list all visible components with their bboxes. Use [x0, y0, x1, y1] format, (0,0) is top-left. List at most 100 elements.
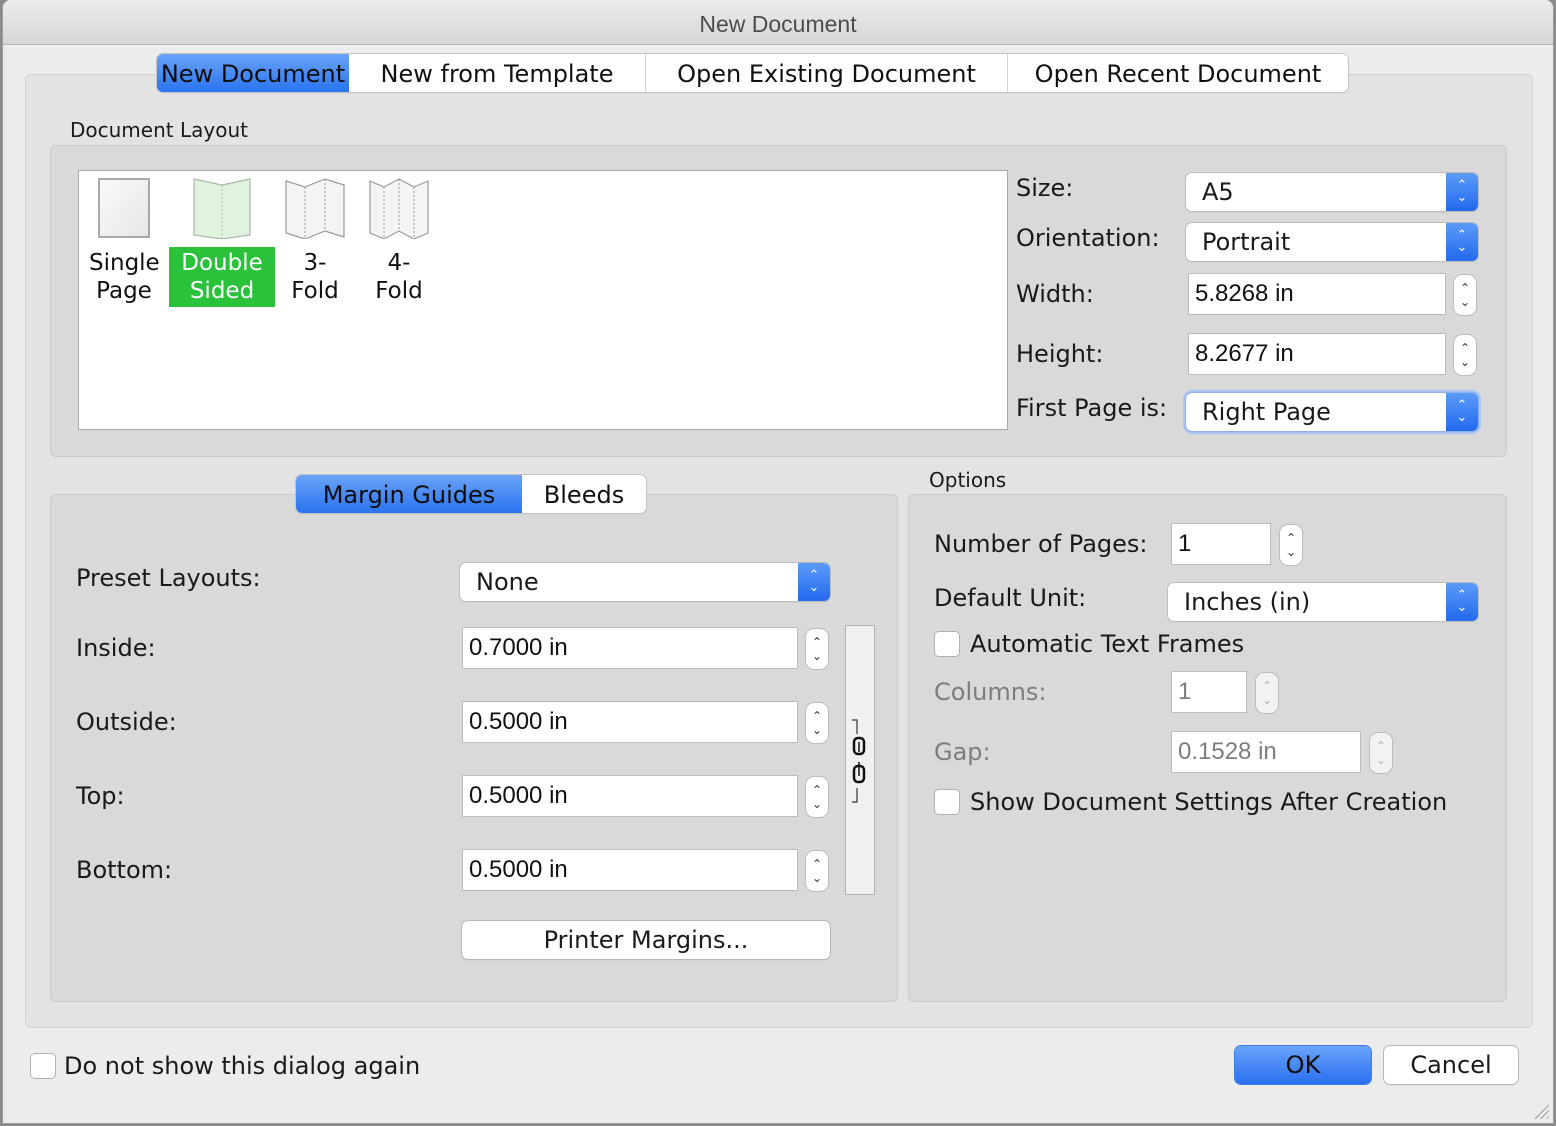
chevron-down-icon: ⌄ [811, 649, 823, 663]
bottom-field[interactable] [462, 849, 798, 891]
preset-layouts-value: None [476, 568, 539, 596]
height-stepper[interactable]: ⌃ ⌄ [1454, 335, 1476, 375]
layout-double-sided[interactable]: Double Sided [169, 177, 275, 307]
columns-stepper[interactable]: ⌃ ⌄ [1256, 673, 1278, 713]
resize-grip-icon[interactable] [1531, 1101, 1549, 1119]
chevron-up-icon: ⌃ [1261, 679, 1273, 693]
cancel-button[interactable]: Cancel [1384, 1046, 1518, 1084]
layout-label-line2: Sided [189, 278, 255, 304]
orientation-select[interactable]: Portrait ⌃ ⌄ [1186, 223, 1478, 261]
chevron-down-icon: ⌄ [1459, 355, 1471, 369]
document-layout-heading: Document Layout [70, 118, 248, 142]
first-page-label: First Page is: [1016, 394, 1168, 422]
layout-label-line2: Page [96, 278, 152, 304]
chevron-up-icon: ⌃ [1375, 739, 1387, 753]
layout-single-page[interactable]: Single Page [83, 177, 165, 307]
top-stepper[interactable]: ⌃ ⌄ [806, 777, 828, 817]
chevron-up-icon: ⌃ [1285, 531, 1297, 545]
gap-field[interactable] [1171, 731, 1361, 773]
single-page-icon [98, 178, 150, 238]
options-heading: Options [929, 468, 1007, 492]
first-page-select[interactable]: Right Page ⌃ ⌄ [1186, 393, 1478, 431]
chevron-up-icon: ⌃ [811, 709, 823, 723]
new-document-dialog: New Document New Document New from Templ… [3, 0, 1553, 1123]
chevron-up-icon: ⌃ [1459, 341, 1471, 355]
double-sided-icon [193, 178, 251, 239]
do-not-show-again-checkbox[interactable] [30, 1053, 56, 1079]
chevron-up-icon: ⌃ [811, 857, 823, 871]
width-stepper[interactable]: ⌃ ⌄ [1454, 275, 1476, 315]
tab-margin-guides[interactable]: Margin Guides [296, 475, 522, 513]
ok-button[interactable]: OK [1235, 1046, 1371, 1084]
size-value: A5 [1202, 178, 1234, 206]
default-unit-select[interactable]: Inches (in) ⌃ ⌄ [1168, 583, 1478, 621]
size-label: Size: [1016, 174, 1074, 202]
chevron-down-icon: ⌄ [811, 723, 823, 737]
chain-link-icon [852, 719, 866, 803]
first-page-value: Right Page [1202, 398, 1331, 426]
chevron-up-icon: ⌃ [811, 635, 823, 649]
height-field[interactable] [1188, 333, 1446, 375]
select-arrows-icon: ⌃ ⌄ [1446, 173, 1478, 211]
inside-label: Inside: [76, 634, 156, 662]
layout-list: Single Page Double Sided 3- Fold 4- Fold [78, 170, 1008, 430]
chevron-down-icon: ⌄ [811, 871, 823, 885]
chevron-down-icon: ⌄ [1459, 295, 1471, 309]
outside-label: Outside: [76, 708, 177, 736]
select-arrows-icon: ⌃ ⌄ [1446, 223, 1478, 261]
show-document-settings-label: Show Document Settings After Creation [970, 788, 1448, 816]
inside-stepper[interactable]: ⌃ ⌄ [806, 629, 828, 669]
orientation-label: Orientation: [1016, 224, 1160, 252]
preset-layouts-label: Preset Layouts: [76, 564, 261, 592]
gap-label: Gap: [934, 738, 991, 766]
preset-layouts-select[interactable]: None ⌃ ⌄ [460, 563, 830, 601]
width-field[interactable] [1188, 273, 1446, 315]
three-fold-icon [285, 178, 345, 239]
layout-label-line2: Fold [375, 278, 423, 304]
default-unit-label: Default Unit: [934, 584, 1087, 612]
chevron-down-icon: ⌄ [811, 797, 823, 811]
chevron-down-icon: ⌄ [1285, 545, 1297, 559]
layout-label-line2: Fold [291, 278, 339, 304]
printer-margins-button[interactable]: Printer Margins... [462, 921, 830, 959]
orientation-value: Portrait [1202, 228, 1291, 256]
bottom-stepper[interactable]: ⌃ ⌄ [806, 851, 828, 891]
tab-open-recent-document[interactable]: Open Recent Document [1008, 54, 1348, 92]
tab-open-existing-document[interactable]: Open Existing Document [646, 54, 1008, 92]
top-field[interactable] [462, 775, 798, 817]
margin-tab-bar: Margin Guides Bleeds [296, 475, 646, 513]
select-arrows-icon: ⌃ ⌄ [1446, 393, 1478, 431]
gap-stepper[interactable]: ⌃ ⌄ [1370, 733, 1392, 773]
select-arrows-icon: ⌃ ⌄ [1446, 583, 1478, 621]
outside-field[interactable] [462, 701, 798, 743]
number-of-pages-label: Number of Pages: [934, 530, 1148, 558]
select-arrows-icon: ⌃ ⌄ [798, 563, 830, 601]
tab-new-document[interactable]: New Document [157, 54, 349, 92]
width-label: Width: [1016, 280, 1094, 308]
layout-four-fold[interactable]: 4- Fold [367, 177, 431, 307]
default-unit-value: Inches (in) [1184, 588, 1311, 616]
columns-label: Columns: [934, 678, 1047, 706]
inside-field[interactable] [462, 627, 798, 669]
bottom-label: Bottom: [76, 856, 173, 884]
number-of-pages-field[interactable] [1171, 523, 1271, 565]
chevron-up-icon: ⌃ [1459, 281, 1471, 295]
do-not-show-again-label: Do not show this dialog again [64, 1052, 421, 1080]
top-label: Top: [76, 782, 125, 810]
size-select[interactable]: A5 ⌃ ⌄ [1186, 173, 1478, 211]
chevron-down-icon: ⌄ [1261, 693, 1273, 707]
layout-three-fold[interactable]: 3- Fold [283, 177, 347, 307]
outside-stepper[interactable]: ⌃ ⌄ [806, 703, 828, 743]
height-label: Height: [1016, 340, 1104, 368]
columns-field[interactable] [1171, 671, 1247, 713]
link-margins-toggle[interactable] [845, 625, 875, 895]
automatic-text-frames-checkbox[interactable] [934, 631, 960, 657]
show-document-settings-checkbox[interactable] [934, 789, 960, 815]
tab-bleeds[interactable]: Bleeds [522, 475, 646, 513]
chevron-up-icon: ⌃ [811, 783, 823, 797]
four-fold-icon [369, 178, 429, 239]
tab-new-from-template[interactable]: New from Template [349, 54, 646, 92]
main-tab-bar: New Document New from Template Open Exis… [157, 54, 1348, 92]
window-title: New Document [3, 0, 1553, 45]
number-of-pages-stepper[interactable]: ⌃ ⌄ [1280, 525, 1302, 565]
